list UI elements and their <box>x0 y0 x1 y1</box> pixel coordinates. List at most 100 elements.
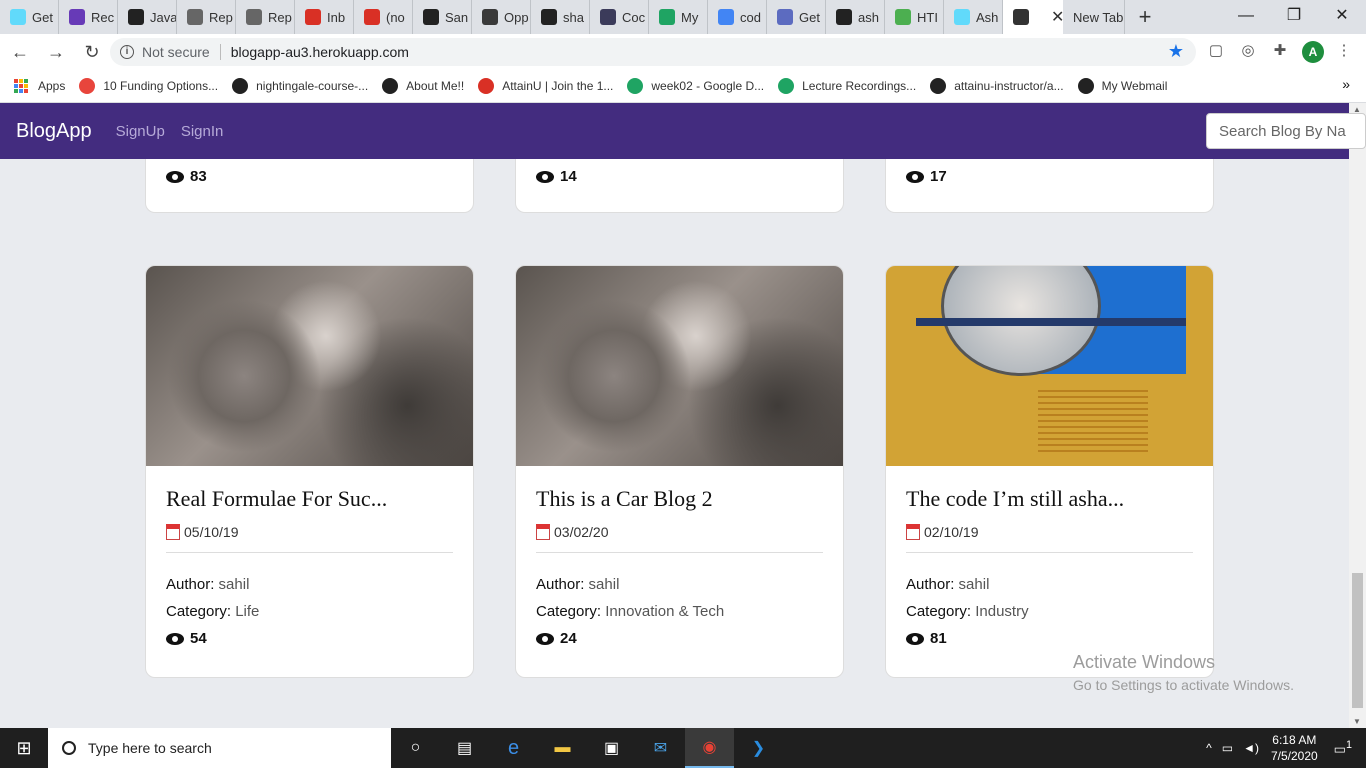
blog-card-partial[interactable]: 14 <box>515 159 844 213</box>
bookmark-item[interactable]: 10 Funding Options... <box>79 78 218 94</box>
divider <box>166 552 453 553</box>
profile-avatar[interactable]: A <box>1302 41 1324 63</box>
bookmark-star-icon[interactable]: ★ <box>1168 41 1184 62</box>
reload-button[interactable]: ↻ <box>76 42 108 63</box>
browser-tab[interactable]: Rec <box>59 0 118 34</box>
store-icon[interactable]: ▣ <box>587 728 636 768</box>
calendar-icon <box>906 524 920 540</box>
blog-title[interactable]: The code I’m still asha... <box>906 486 1213 512</box>
browser-tab[interactable]: Get <box>767 0 826 34</box>
blog-card[interactable]: Real Formulae For Suc... 05/10/19 Author… <box>145 265 474 678</box>
blog-card[interactable]: This is a Car Blog 2 03/02/20 Author: sa… <box>515 265 844 678</box>
bookmark-item[interactable]: AttainU | Join the 1... <box>478 78 613 94</box>
edge-icon[interactable]: e <box>489 728 538 768</box>
clock[interactable]: 6:18 AM 7/5/2020 <box>1271 732 1318 764</box>
blog-date: 02/10/19 <box>906 524 1213 540</box>
blog-cover-image[interactable] <box>886 266 1213 466</box>
maximize-button[interactable]: ❐ <box>1270 0 1318 34</box>
bookmarks-overflow-button[interactable]: » <box>1342 76 1350 92</box>
vscode-icon[interactable]: ❯ <box>734 728 783 768</box>
blog-card[interactable]: The code I’m still asha... 02/10/19 Auth… <box>885 265 1214 678</box>
blog-title[interactable]: This is a Car Blog 2 <box>536 486 843 512</box>
address-bar[interactable]: i Not secure blogapp-au3.herokuapp.com ★ <box>110 38 1196 66</box>
blog-grid: 83 14 17 Real Formulae For Suc... 05/10/… <box>0 159 1349 728</box>
blog-cover-image[interactable] <box>146 266 473 466</box>
signup-link[interactable]: SignUp <box>116 123 165 140</box>
volume-icon[interactable]: ◄) <box>1243 741 1259 755</box>
blog-cover-image[interactable] <box>516 266 843 466</box>
bookmark-item[interactable]: Lecture Recordings... <box>778 78 916 94</box>
back-button[interactable]: ← <box>4 42 36 63</box>
browser-tab[interactable]: Coc <box>590 0 649 34</box>
menu-icon[interactable]: ⋮ <box>1334 41 1354 61</box>
tray-overflow-icon[interactable]: ^ <box>1206 741 1212 755</box>
notification-icon[interactable]: ▭1 <box>1334 739 1352 757</box>
minimize-button[interactable]: — <box>1222 0 1270 34</box>
blog-category: Category: Innovation & Tech <box>536 603 725 620</box>
puzzle-icon[interactable]: ✚ <box>1270 41 1290 61</box>
blog-search-input[interactable]: Search Blog By Na <box>1206 113 1366 149</box>
signin-link[interactable]: SignIn <box>181 123 224 140</box>
scrollbar-thumb[interactable] <box>1352 573 1363 708</box>
bookmark-label: nightingale-course-... <box>256 79 369 93</box>
info-icon[interactable]: i <box>120 45 134 59</box>
blog-title[interactable]: Real Formulae For Suc... <box>166 486 473 512</box>
gmail-icon <box>364 9 380 25</box>
browser-tab[interactable]: HTI <box>885 0 944 34</box>
forward-button[interactable]: → <box>40 42 72 63</box>
chrome-icon[interactable]: ◉ <box>685 728 734 768</box>
browser-tab[interactable]: sha <box>531 0 590 34</box>
cortana-icon[interactable]: ○ <box>391 728 440 768</box>
globe-icon <box>382 78 399 94</box>
bookmark-item[interactable]: My Webmail <box>1077 78 1167 94</box>
brand-link[interactable]: BlogApp <box>16 120 92 143</box>
close-tab-icon[interactable]: ✕ <box>1051 7 1063 27</box>
extension-icon[interactable]: ▢ <box>1206 41 1226 61</box>
tab-label: Get <box>32 9 53 25</box>
new-tab-button[interactable]: + <box>1125 0 1165 34</box>
browser-tab[interactable]: ✕ <box>1003 0 1063 34</box>
browser-tab[interactable]: cod <box>708 0 767 34</box>
bookmark-item[interactable]: nightingale-course-... <box>232 78 368 94</box>
mail-icon[interactable]: ✉ <box>636 728 685 768</box>
drive-icon <box>627 78 644 94</box>
tab-label: cod <box>740 9 761 25</box>
file-explorer-icon[interactable]: ▬ <box>538 728 587 768</box>
eye-icon <box>166 632 184 645</box>
tab-label: Coc <box>622 9 646 25</box>
browser-tab[interactable]: New Tab <box>1063 0 1125 34</box>
list-icon <box>69 9 85 25</box>
blog-card-partial[interactable]: 17 <box>885 159 1214 213</box>
browser-tab[interactable]: Get <box>0 0 59 34</box>
bookmark-item[interactable]: About Me!! <box>382 78 464 94</box>
close-window-button[interactable]: ✕ <box>1318 0 1366 34</box>
browser-tab[interactable]: Rep <box>177 0 236 34</box>
blog-card-partial[interactable]: 83 <box>145 159 474 213</box>
window-controls: — ❐ ✕ <box>1222 0 1366 34</box>
extension-icon[interactable]: ◎ <box>1238 41 1258 61</box>
browser-tab[interactable]: Inb <box>295 0 354 34</box>
bookmark-item[interactable]: week02 - Google D... <box>627 78 764 94</box>
browser-tab[interactable]: Opp <box>472 0 531 34</box>
url-text[interactable]: blogapp-au3.herokuapp.com <box>231 44 409 60</box>
browser-tab[interactable]: (no <box>354 0 413 34</box>
page-scrollbar[interactable]: ▲ ▼ <box>1349 103 1366 728</box>
browser-tab[interactable]: Java <box>118 0 177 34</box>
browser-tab[interactable]: San <box>413 0 472 34</box>
bookmark-item[interactable]: Apps <box>14 79 65 93</box>
blog-date: 03/02/20 <box>536 524 843 540</box>
browser-tab[interactable]: Rep <box>236 0 295 34</box>
task-view-icon[interactable]: ▤ <box>440 728 489 768</box>
taskbar-search[interactable]: Type here to search <box>48 728 391 768</box>
scroll-down-arrow-icon[interactable]: ▼ <box>1353 717 1361 726</box>
pinwheel-icon <box>79 78 96 94</box>
bookmark-item[interactable]: attainu-instructor/a... <box>930 78 1064 94</box>
browser-tab[interactable]: My <box>649 0 708 34</box>
browser-tab[interactable]: Ash <box>944 0 1003 34</box>
network-icon[interactable]: ▭ <box>1222 741 1233 755</box>
divider <box>536 552 823 553</box>
windows-start-icon[interactable]: ⊞ <box>0 738 48 759</box>
search-icon <box>62 741 76 755</box>
browser-tab[interactable]: ash <box>826 0 885 34</box>
bookmark-label: AttainU | Join the 1... <box>502 79 614 93</box>
